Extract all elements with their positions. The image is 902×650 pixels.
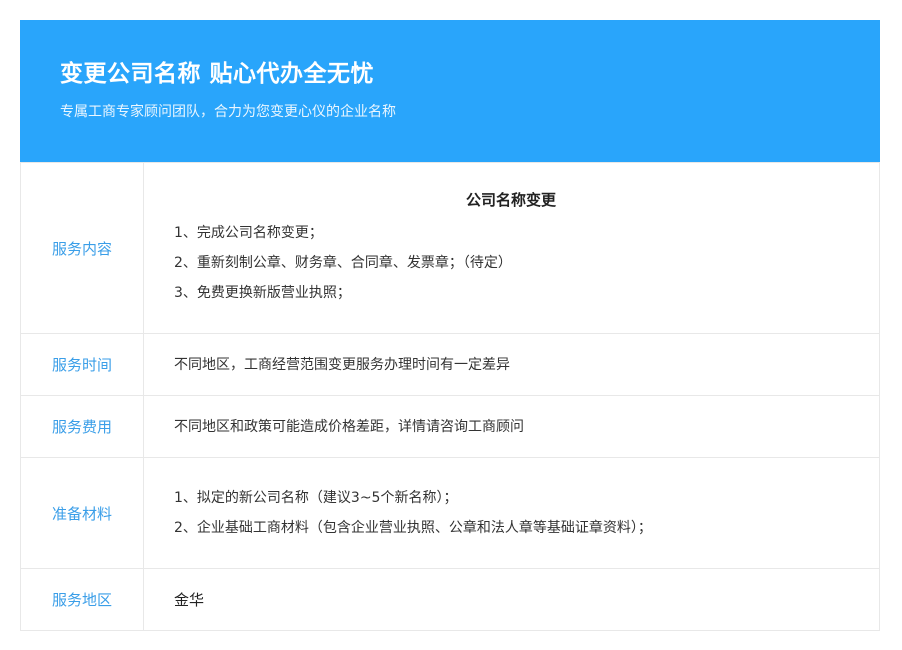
content-item: 1、完成公司名称变更； — [174, 224, 323, 241]
value-materials: 1、拟定的新公司名称（建议3~5个新名称）； 2、企业基础工商材料（包含企业营业… — [143, 457, 880, 569]
row-materials: 准备材料 1、拟定的新公司名称（建议3~5个新名称）； 2、企业基础工商材料（包… — [20, 457, 880, 569]
label-service-fee: 服务费用 — [20, 395, 144, 458]
material-item: 2、企业基础工商材料（包含企业营业执照、公章和法人章等基础证章资料）； — [174, 520, 652, 536]
service-time-text: 不同地区，工商经营范围变更服务办理时间有一定差异 — [174, 356, 510, 373]
service-fee-text: 不同地区和政策可能造成价格差距，详情请咨询工商顾问 — [174, 418, 524, 435]
label-materials: 准备材料 — [20, 457, 144, 569]
material-item: 1、拟定的新公司名称（建议3~5个新名称）； — [174, 490, 458, 506]
label-service-content: 服务内容 — [20, 162, 144, 334]
banner-subtitle: 专属工商专家顾问团队，合力为您变更心仪的企业名称 — [60, 104, 396, 120]
label-service-time: 服务时间 — [20, 333, 144, 396]
content-item: 2、重新刻制公章、财务章、合同章、发票章；（待定） — [174, 254, 512, 271]
value-service-area: 金华 — [143, 568, 880, 631]
value-service-content: 公司名称变更 1、完成公司名称变更； 2、重新刻制公章、财务章、合同章、发票章；… — [143, 162, 880, 334]
content-heading: 公司名称变更 — [465, 190, 556, 209]
row-service-area: 服务地区 金华 — [20, 568, 880, 631]
banner-title: 变更公司名称 贴心代办全无忧 — [60, 61, 375, 87]
header-banner: 变更公司名称 贴心代办全无忧 专属工商专家顾问团队，合力为您变更心仪的企业名称 — [20, 20, 880, 162]
service-info-table: 服务内容 公司名称变更 1、完成公司名称变更； 2、重新刻制公章、财务章、合同章… — [20, 162, 880, 631]
row-service-time: 服务时间 不同地区，工商经营范围变更服务办理时间有一定差异 — [20, 333, 880, 396]
value-service-time: 不同地区，工商经营范围变更服务办理时间有一定差异 — [143, 333, 880, 396]
row-service-fee: 服务费用 不同地区和政策可能造成价格差距，详情请咨询工商顾问 — [20, 395, 880, 458]
service-area-text: 金华 — [174, 591, 205, 609]
value-service-fee: 不同地区和政策可能造成价格差距，详情请咨询工商顾问 — [143, 395, 880, 458]
label-service-area: 服务地区 — [20, 568, 144, 631]
service-card: 变更公司名称 贴心代办全无忧 专属工商专家顾问团队，合力为您变更心仪的企业名称 … — [20, 20, 880, 631]
row-service-content: 服务内容 公司名称变更 1、完成公司名称变更； 2、重新刻制公章、财务章、合同章… — [20, 162, 880, 334]
content-item: 3、免费更换新版营业执照； — [174, 284, 351, 301]
